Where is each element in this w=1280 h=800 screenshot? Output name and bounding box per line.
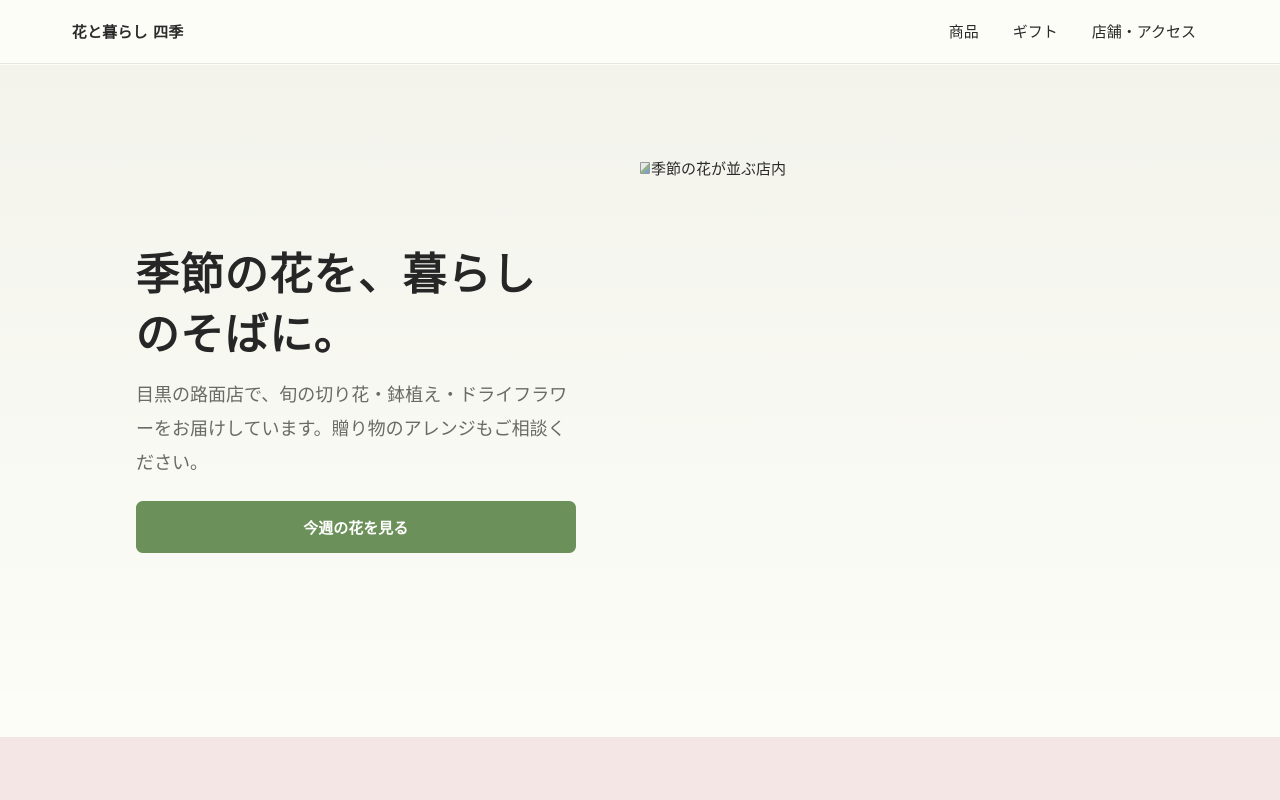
hero-text: 季節の花を、暮らし のそばに。 目黒の路面店で、旬の切り花・鉢植え・ドライフラワ… bbox=[136, 245, 576, 553]
hero-section: 季節の花を、暮らし のそばに。 目黒の路面店で、旬の切り花・鉢植え・ドライフラワ… bbox=[0, 65, 1280, 690]
nav-item-products[interactable]: 商品 bbox=[949, 21, 979, 42]
hero-lead: 目黒の路面店で、旬の切り花・鉢植え・ドライフラワーをお届けしています。贈り物のア… bbox=[136, 385, 568, 474]
page: 花と暮らし 四季 商品 ギフト 店舗・アクセス 季節の花を、暮らし のそばに。 … bbox=[0, 0, 1280, 800]
nav-item-gift[interactable]: ギフト bbox=[1013, 21, 1058, 42]
view-weekly-flowers-button[interactable]: 今週の花を見る bbox=[136, 501, 576, 553]
hero-image: 季節の花が並ぶ店内 bbox=[640, 161, 1140, 541]
brand-logo[interactable]: 花と暮らし 四季 bbox=[72, 21, 184, 42]
next-section bbox=[0, 737, 1280, 800]
hero-title: 季節の花を、暮らし のそばに。 bbox=[136, 245, 576, 365]
broken-image-icon bbox=[640, 162, 650, 174]
hero-bottom-spacer bbox=[0, 690, 1280, 737]
site-header: 花と暮らし 四季 商品 ギフト 店舗・アクセス bbox=[0, 0, 1280, 64]
hero-title-line-2: のそばに。 bbox=[136, 309, 359, 360]
main-nav: 商品 ギフト 店舗・アクセス bbox=[949, 21, 1208, 42]
hero-image-alt-text: 季節の花が並ぶ店内 bbox=[651, 160, 787, 178]
nav-item-store-access[interactable]: 店舗・アクセス bbox=[1092, 21, 1196, 42]
hero-title-line-1: 季節の花を、暮らし bbox=[136, 249, 537, 300]
